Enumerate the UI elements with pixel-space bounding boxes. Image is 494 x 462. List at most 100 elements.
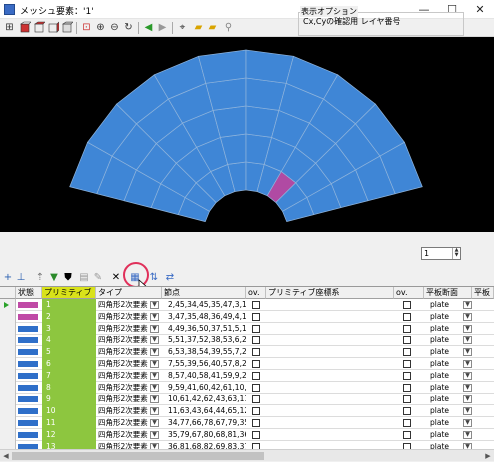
type-cell[interactable]: 四角形2次要素 <box>96 370 148 382</box>
chevron-down-icon[interactable]: ▼ <box>463 360 472 368</box>
type-dropdown[interactable]: ▼ <box>150 370 160 382</box>
ov-checkbox[interactable] <box>252 407 260 416</box>
row-indicator[interactable] <box>0 299 16 311</box>
chevron-down-icon[interactable]: ▼ <box>463 324 472 333</box>
add-icon[interactable]: + <box>2 271 14 284</box>
chevron-down-icon[interactable]: ▼ <box>463 301 472 309</box>
grid-icon[interactable]: ⊞ <box>3 21 16 34</box>
ov-checkbox[interactable] <box>252 348 260 357</box>
primitive-cell[interactable]: 11 <box>42 417 96 429</box>
type-dropdown[interactable]: ▼ <box>150 346 160 358</box>
delete-icon[interactable]: ✕ <box>110 271 122 284</box>
type-cell[interactable]: 四角形2次要素 <box>96 334 148 346</box>
type-cell[interactable]: 四角形2次要素 <box>96 299 148 311</box>
ov-checkbox[interactable] <box>403 383 411 392</box>
copy-icon[interactable]: ▤ <box>78 271 90 284</box>
horizontal-scrollbar[interactable]: ◀ ▶ <box>0 449 494 461</box>
type-cell[interactable]: 四角形2次要素 <box>96 311 148 323</box>
cube-side-icon[interactable] <box>46 21 59 34</box>
primitive-cell[interactable]: 8 <box>42 381 96 394</box>
header-plate-section[interactable]: 平板断面 <box>424 287 472 299</box>
ov-checkbox[interactable] <box>252 301 260 309</box>
add-below-icon[interactable]: ⊥ <box>15 271 27 284</box>
header-ov2[interactable]: ov. <box>394 287 424 299</box>
plate-section-cell[interactable]: plate <box>424 417 460 429</box>
type-dropdown[interactable]: ▼ <box>150 299 160 311</box>
row-indicator[interactable] <box>0 428 16 441</box>
row-indicator[interactable] <box>0 381 16 394</box>
ov-checkbox[interactable] <box>252 360 260 368</box>
ov-checkbox[interactable] <box>403 360 411 368</box>
table-row[interactable]: 1 四角形2次要素 ▼ 2,45,34,45,35,47,3,14 plate ▼ <box>0 299 494 311</box>
plate-section-cell[interactable]: plate <box>424 323 460 335</box>
row-indicator[interactable] <box>0 310 16 323</box>
primitive-cell[interactable]: 2 <box>42 310 96 323</box>
type-dropdown[interactable]: ▼ <box>150 323 160 335</box>
row-indicator[interactable] <box>0 334 16 347</box>
nodes-cell[interactable]: 5,51,37,52,38,53,6,20 <box>162 334 246 346</box>
paint-icon[interactable]: ⛊ <box>62 271 74 284</box>
type-dropdown[interactable]: ▼ <box>150 393 160 405</box>
chevron-down-icon[interactable]: ▼ <box>463 383 472 392</box>
row-indicator[interactable] <box>0 322 16 335</box>
nodes-cell[interactable]: 10,61,42,62,43,63,11,30 <box>162 393 246 405</box>
nodes-cell[interactable]: 7,55,39,56,40,57,8,24 <box>162 358 246 370</box>
ov-checkbox[interactable] <box>403 371 411 380</box>
ov-checkbox[interactable] <box>252 336 260 345</box>
mesh-element[interactable] <box>245 49 294 84</box>
zoom-out-icon[interactable]: ⊖ <box>108 21 121 34</box>
zoom-in-icon[interactable]: ⊕ <box>94 21 107 34</box>
plate-section-cell[interactable]: plate <box>424 311 460 323</box>
close-button[interactable]: ✕ <box>466 0 494 19</box>
ov-checkbox[interactable] <box>252 324 260 333</box>
table-row[interactable]: 8四角形2次要素▼9,59,41,60,42,61,10,28plate▼ <box>0 381 494 394</box>
rotate-icon[interactable]: ↻ <box>122 21 135 34</box>
row-indicator[interactable] <box>0 393 16 406</box>
table-row[interactable]: 7 四角形2次要素 ▼ 8,57,40,58,41,59,9,26 plate ▼ <box>0 369 494 382</box>
ov-checkbox[interactable] <box>403 324 411 333</box>
spinner-arrows[interactable]: ▲ ▼ <box>452 248 460 259</box>
folder-save-icon[interactable]: ▰ <box>206 21 219 34</box>
back-icon[interactable]: ◀ <box>142 21 155 34</box>
scroll-right-icon[interactable]: ▶ <box>482 450 494 462</box>
ov-checkbox[interactable] <box>403 407 411 416</box>
ov-checkbox[interactable] <box>252 371 260 380</box>
table-row[interactable]: 12四角形2次要素▼35,79,67,80,68,81,36,48plate▼ <box>0 428 494 441</box>
ov-checkbox[interactable] <box>252 395 260 404</box>
primitive-cell[interactable]: 4 <box>42 334 96 347</box>
type-cell[interactable]: 四角形2次要素 <box>96 393 148 405</box>
plate-section-cell[interactable]: plate <box>424 346 460 358</box>
chevron-down-icon[interactable]: ▼ <box>150 383 159 392</box>
ov-checkbox[interactable] <box>252 312 260 321</box>
nodes-cell[interactable]: 2,45,34,45,35,47,3,14 <box>162 299 246 311</box>
header-ov1[interactable]: ov. <box>246 287 266 299</box>
type-dropdown[interactable]: ▼ <box>150 429 160 441</box>
type-dropdown[interactable]: ▼ <box>150 405 160 417</box>
chevron-down-icon[interactable]: ▼ <box>463 430 472 439</box>
type-dropdown[interactable]: ▼ <box>150 358 160 370</box>
ov-checkbox[interactable] <box>403 301 411 309</box>
plate-section-cell[interactable]: plate <box>424 405 460 417</box>
chevron-down-icon[interactable]: ▼ <box>463 336 472 345</box>
type-cell[interactable]: 四角形2次要素 <box>96 429 148 441</box>
nodes-cell[interactable]: 6,53,38,54,39,55,7,22 <box>162 346 246 358</box>
scrollbar-thumb[interactable] <box>12 452 264 460</box>
chevron-down-icon[interactable]: ▼ <box>463 407 472 416</box>
table-row[interactable]: 9四角形2次要素▼10,61,42,62,43,63,11,30plate▼ <box>0 393 494 406</box>
primitive-table[interactable]: 状態 プリミティブ タイプ 節点 ov. プリミティブ座標系 ov. 平板断面 … <box>0 286 494 461</box>
table-row[interactable]: 4 四角形2次要素 ▼ 5,51,37,52,38,53,6,20 plate ▼ <box>0 334 494 347</box>
type-cell[interactable]: 四角形2次要素 <box>96 323 148 335</box>
edit-icon[interactable]: ✎ <box>92 271 104 284</box>
ov-checkbox[interactable] <box>403 395 411 404</box>
ov-checkbox[interactable] <box>252 383 260 392</box>
nodes-cell[interactable]: 3,47,35,48,36,49,4,16 <box>162 311 246 323</box>
folder-open-icon[interactable]: ▰ <box>192 21 205 34</box>
nodes-cell[interactable]: 34,77,66,78,67,79,35,46 <box>162 417 246 429</box>
plate-section-cell[interactable]: plate <box>424 334 460 346</box>
chevron-down-icon[interactable]: ▼ <box>150 324 159 333</box>
ov-checkbox[interactable] <box>403 348 411 357</box>
ov-checkbox[interactable] <box>403 419 411 427</box>
type-cell[interactable]: 四角形2次要素 <box>96 382 148 394</box>
row-indicator[interactable] <box>0 417 16 429</box>
chevron-down-icon[interactable]: ▼ <box>463 348 472 357</box>
